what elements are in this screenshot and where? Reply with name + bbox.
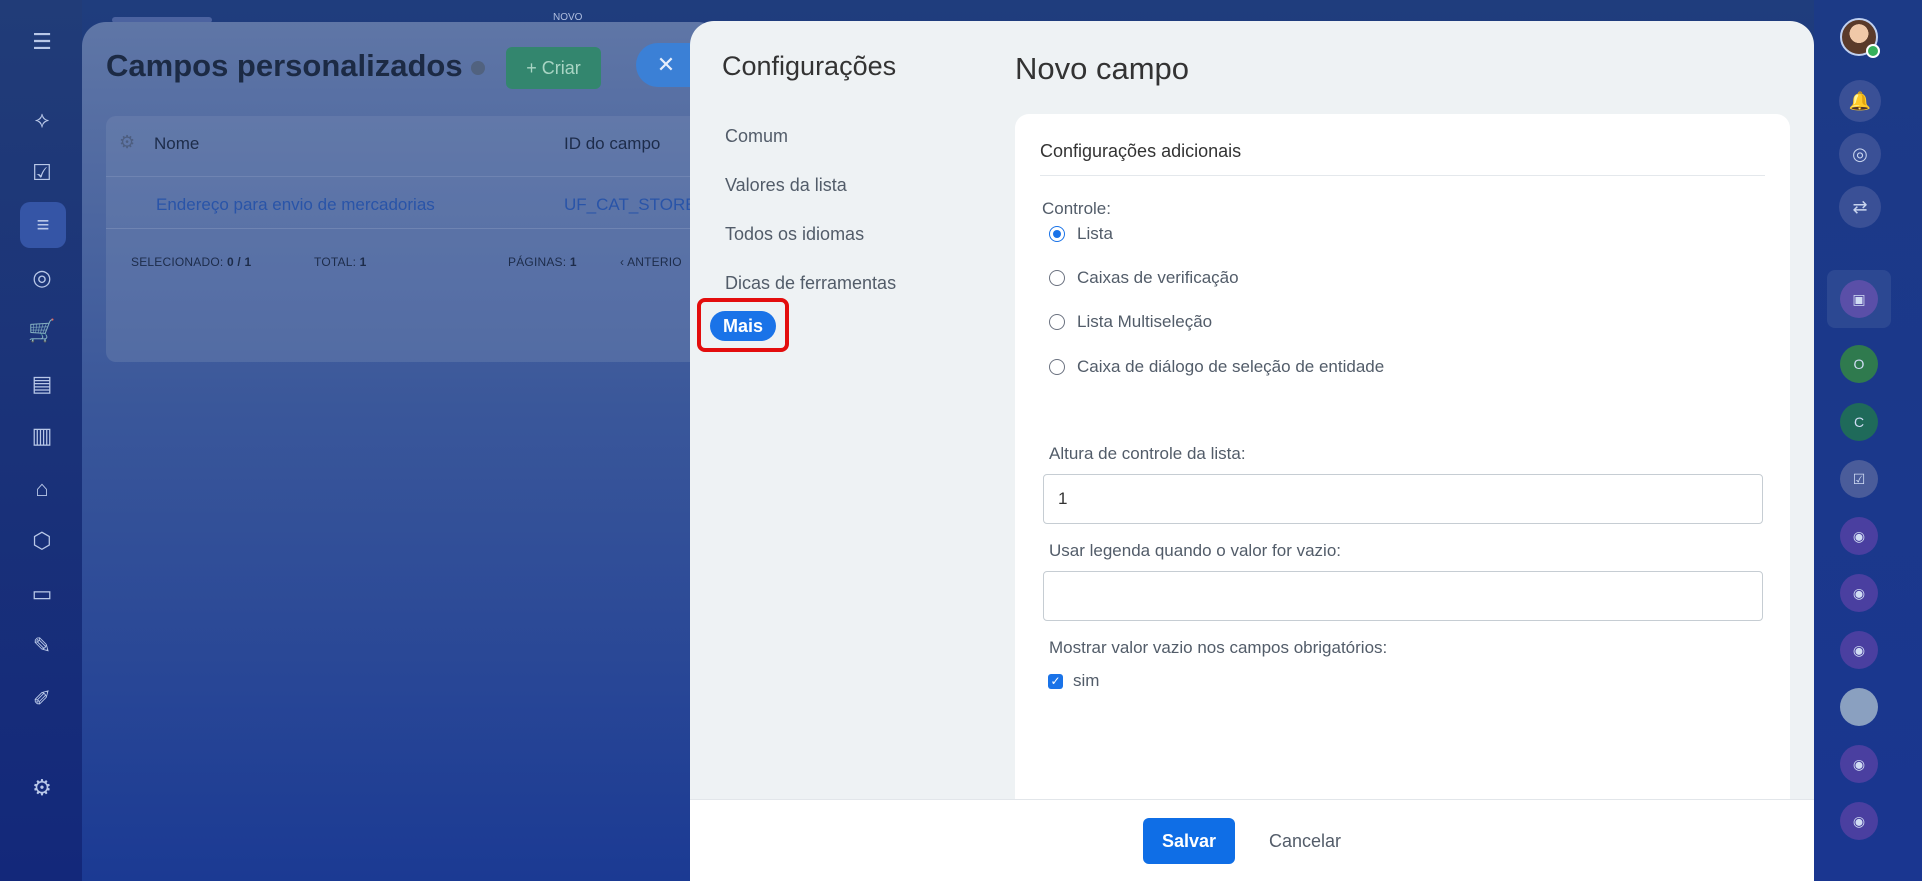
contact-icon[interactable]: ▣ bbox=[1840, 280, 1878, 318]
radio-option-lista[interactable]: Lista bbox=[1049, 224, 1113, 244]
target-icon[interactable]: ◎ bbox=[24, 260, 60, 296]
target-icon[interactable]: ◎ bbox=[1839, 133, 1881, 175]
radio-label: Lista Multiseleção bbox=[1077, 312, 1213, 331]
menu-item-valores-da-lista[interactable]: Valores da lista bbox=[725, 175, 847, 196]
table-cell-field-id[interactable]: UF_CAT_STORE_ bbox=[564, 195, 706, 215]
additional-settings-card: Configurações adicionais Controle: Lista… bbox=[1015, 114, 1790, 814]
chat-circle-icon[interactable]: ◉ bbox=[1840, 745, 1878, 783]
table-footer-previous[interactable]: ‹ ANTERIO bbox=[620, 255, 682, 269]
table-header-field-id: ID do campo bbox=[564, 134, 661, 153]
chat-circle-icon[interactable]: ◉ bbox=[1840, 517, 1878, 555]
document-edit-icon[interactable]: ✐ bbox=[24, 681, 60, 717]
show-empty-checkbox-row[interactable]: ✓ sim bbox=[1048, 671, 1099, 691]
contact-card-icon[interactable]: ▤ bbox=[24, 366, 60, 402]
table-footer-pages: PÁGINAS: 1 bbox=[508, 255, 577, 269]
table-header-name: Nome bbox=[154, 134, 200, 153]
checkbox-label: sim bbox=[1073, 671, 1100, 690]
table-cell-name[interactable]: Endereço para envio de mercadorias bbox=[156, 195, 435, 215]
empty-caption-label: Usar legenda quando o valor for vazio: bbox=[1049, 541, 1342, 560]
open-channel-o-icon[interactable]: O bbox=[1840, 345, 1878, 383]
chat-circle-icon[interactable]: ◉ bbox=[1840, 802, 1878, 840]
cart-icon[interactable]: 🛒 bbox=[24, 313, 60, 349]
radio-button-checked[interactable] bbox=[1049, 226, 1065, 242]
settings-menu-title: Configurações bbox=[722, 51, 897, 81]
radio-option-lista-multiselecao[interactable]: Lista Multiseleção bbox=[1049, 312, 1212, 332]
section-divider bbox=[1040, 175, 1765, 176]
list-height-input[interactable]: 1 bbox=[1043, 474, 1763, 524]
radio-label: Caixa de diálogo de seleção de entidade bbox=[1077, 357, 1385, 376]
checkbox-checked-icon[interactable]: ✓ bbox=[1048, 673, 1063, 689]
menu-item-dicas-de-ferramentas[interactable]: Dicas de ferramentas bbox=[725, 273, 896, 294]
box-icon[interactable]: ⬡ bbox=[24, 523, 60, 559]
menu-item-comum[interactable]: Comum bbox=[725, 126, 788, 147]
workflow-icon[interactable]: ⟡ bbox=[24, 102, 60, 138]
close-slider-button[interactable]: ✕ bbox=[636, 43, 696, 87]
new-field-slider: Configurações Comum Valores da lista Tod… bbox=[690, 21, 1814, 881]
checklist-icon[interactable]: ☑ bbox=[1840, 460, 1878, 498]
chat-circle-icon[interactable]: ◉ bbox=[1840, 631, 1878, 669]
warehouse-icon[interactable]: ▭ bbox=[24, 576, 60, 612]
slider-footer: Salvar Cancelar bbox=[690, 799, 1814, 881]
chat-circle-icon[interactable]: ◉ bbox=[1840, 574, 1878, 612]
radio-button[interactable] bbox=[1049, 270, 1065, 286]
table-footer-total: TOTAL: 1 bbox=[314, 255, 367, 269]
left-navigation-rail: ☰ ⟡ ☑ ≡ ◎ 🛒 ▤ ▥ ⌂ ⬡ ▭ ✎ ✐ ⚙ bbox=[0, 0, 82, 881]
radio-option-caixa-de-dialogo[interactable]: Caixa de diálogo de seleção de entidade bbox=[1049, 357, 1384, 377]
menu-item-mais[interactable]: Mais bbox=[710, 311, 776, 341]
show-empty-label: Mostrar valor vazio nos campos obrigatór… bbox=[1049, 638, 1388, 657]
tasks-icon[interactable]: ☑ bbox=[24, 155, 60, 191]
table-divider bbox=[106, 176, 706, 177]
menu-item-todos-os-idiomas[interactable]: Todos os idiomas bbox=[725, 224, 864, 245]
robot-icon[interactable]: ⌂ bbox=[24, 471, 60, 507]
create-button[interactable]: + Criar bbox=[506, 47, 601, 89]
help-icon bbox=[470, 60, 485, 75]
crm-filter-icon[interactable]: ≡ bbox=[20, 202, 66, 248]
open-channel-c-icon[interactable]: C bbox=[1840, 403, 1878, 441]
form-title: Novo campo bbox=[1015, 51, 1190, 86]
table-divider bbox=[106, 228, 706, 229]
radio-option-caixas-de-verificacao[interactable]: Caixas de verificação bbox=[1049, 268, 1239, 288]
analytics-icon[interactable]: ▥ bbox=[24, 418, 60, 454]
contact-photo-avatar[interactable] bbox=[1840, 688, 1878, 726]
notifications-bell-icon[interactable]: 🔔 bbox=[1839, 80, 1881, 122]
empty-caption-input[interactable] bbox=[1043, 571, 1763, 621]
cancel-button[interactable]: Cancelar bbox=[1255, 818, 1355, 864]
table-settings-gear-icon[interactable]: ⚙ bbox=[119, 132, 135, 153]
menu-icon[interactable]: ☰ bbox=[24, 24, 60, 60]
settings-icon[interactable]: ⚙ bbox=[24, 770, 60, 806]
online-status-icon bbox=[1866, 44, 1880, 58]
table-footer-selected: SELECIONADO: 0 / 1 bbox=[131, 255, 252, 269]
save-button[interactable]: Salvar bbox=[1143, 818, 1235, 864]
radio-button[interactable] bbox=[1049, 359, 1065, 375]
radio-button[interactable] bbox=[1049, 314, 1065, 330]
radio-label: Lista bbox=[1077, 224, 1113, 243]
background-page-title: Campos personalizados bbox=[106, 48, 485, 84]
list-height-label: Altura de controle da lista: bbox=[1049, 444, 1246, 463]
chat-sync-icon[interactable]: ⇄ bbox=[1839, 186, 1881, 228]
section-heading: Configurações adicionais bbox=[1040, 141, 1242, 161]
signature-icon[interactable]: ✎ bbox=[24, 628, 60, 664]
control-label: Controle: bbox=[1042, 199, 1111, 218]
radio-label: Caixas de verificação bbox=[1077, 268, 1239, 287]
